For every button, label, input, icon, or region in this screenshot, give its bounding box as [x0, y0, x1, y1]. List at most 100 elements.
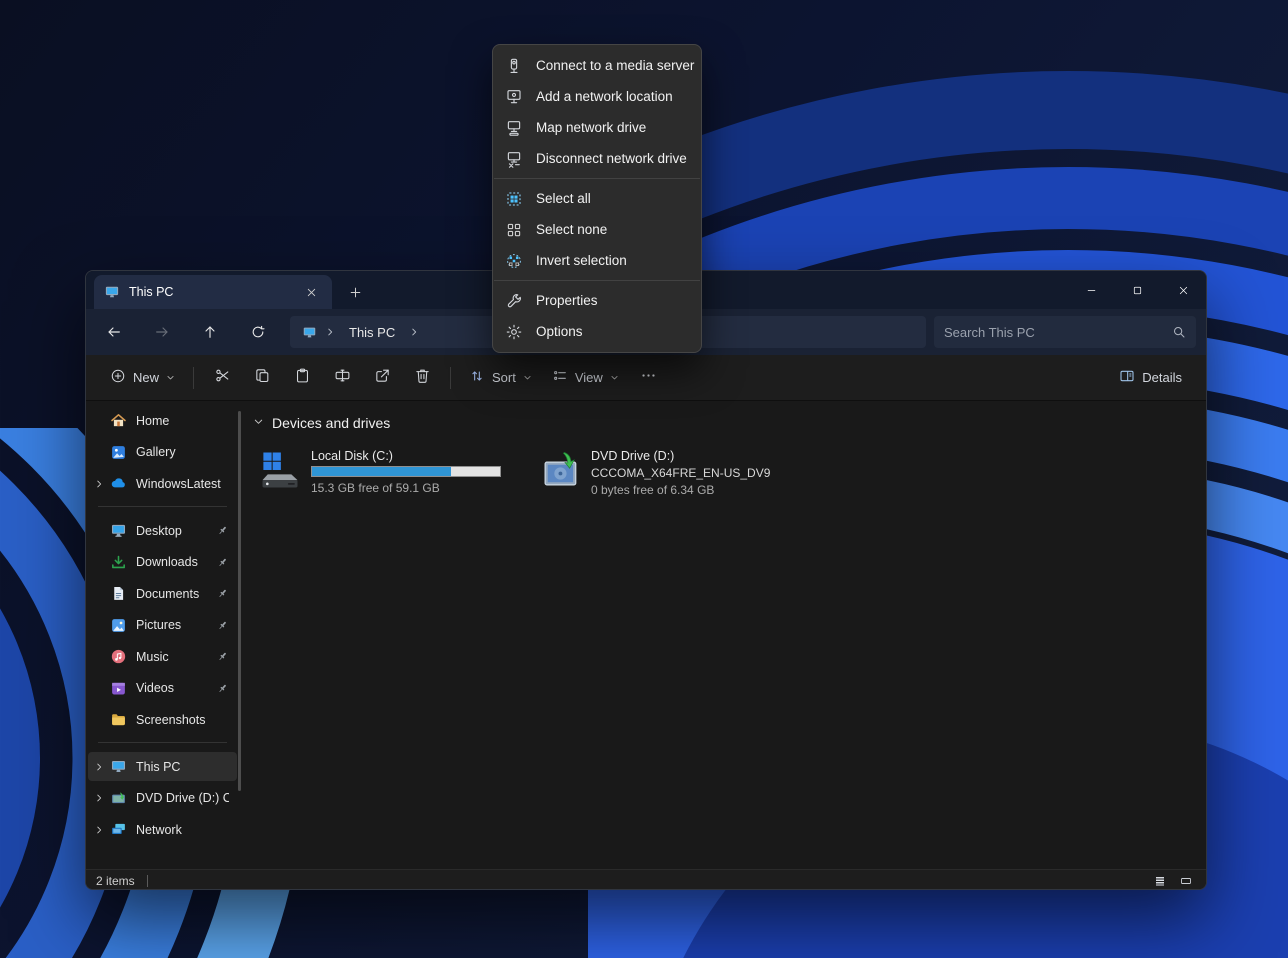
- pin-icon: [216, 556, 229, 569]
- sidebar-item-windowslatest[interactable]: WindowsLatest: [88, 469, 237, 498]
- context-menu: Connect to a media serverAdd a network l…: [492, 44, 702, 353]
- folder-icon: [110, 711, 127, 728]
- drive-tile-dvd-drive-d[interactable]: DVD Drive (D:)CCCOMA_X64FRE_EN-US_DV90 b…: [533, 443, 791, 503]
- onedrive-icon: [110, 475, 127, 492]
- menu-item-select-all[interactable]: Select all: [493, 183, 701, 214]
- close-button[interactable]: [1160, 271, 1206, 309]
- new-tab-button[interactable]: [340, 278, 370, 306]
- add-network-location-icon: [505, 88, 523, 106]
- chevron-right-icon[interactable]: [88, 479, 110, 489]
- pin-icon: [216, 587, 229, 600]
- sidebar-item-desktop[interactable]: Desktop: [88, 516, 237, 545]
- documents-icon: [110, 585, 127, 602]
- drive-tile-local-disk-c[interactable]: Local Disk (C:)15.3 GB free of 59.1 GB: [253, 443, 511, 503]
- details-pane-button[interactable]: Details: [1109, 361, 1192, 395]
- menu-item-connect-to-a-media-server[interactable]: Connect to a media server: [493, 50, 701, 81]
- tab-this-pc[interactable]: This PC: [94, 275, 332, 309]
- options-icon: [505, 323, 523, 341]
- delete-icon: [414, 367, 431, 389]
- search-input[interactable]: [944, 325, 1172, 340]
- menu-item-disconnect-network-drive[interactable]: Disconnect network drive: [493, 143, 701, 174]
- share-icon: [374, 367, 391, 389]
- sidebar-item-dvd-drive-d-c[interactable]: DVD Drive (D:) C: [88, 784, 237, 813]
- disconnect-network-drive-icon: [505, 150, 523, 168]
- sidebar-item-pictures[interactable]: Pictures: [88, 611, 237, 640]
- pin-icon: [216, 524, 229, 537]
- share-button[interactable]: [362, 361, 402, 395]
- breadcrumb-chevron-icon: [325, 327, 335, 337]
- sidebar-item-downloads[interactable]: Downloads: [88, 548, 237, 577]
- up-button[interactable]: [192, 315, 228, 349]
- content-pane: Devices and drives Local Disk (C:)15.3 G…: [241, 401, 1206, 869]
- dvd-icon: [110, 790, 127, 807]
- this-pc-breadcrumb-icon: [302, 325, 317, 340]
- minimize-button[interactable]: [1068, 271, 1114, 309]
- new-button[interactable]: New: [100, 361, 185, 395]
- more-icon: [640, 367, 657, 389]
- sort-button[interactable]: Sort: [459, 361, 542, 395]
- cut-button[interactable]: [202, 361, 242, 395]
- select-all-icon: [505, 190, 523, 208]
- menu-separator: [494, 178, 700, 179]
- maximize-button[interactable]: [1114, 271, 1160, 309]
- menu-item-select-none[interactable]: Select none: [493, 214, 701, 245]
- breadcrumb-segment[interactable]: This PC: [343, 325, 401, 340]
- forward-button[interactable]: [144, 315, 180, 349]
- sidebar-item-home[interactable]: Home: [88, 406, 237, 435]
- section-title: Devices and drives: [272, 415, 390, 431]
- items-count: 2 items: [96, 874, 135, 888]
- sidebar-item-music[interactable]: Music: [88, 642, 237, 671]
- sidebar-item-network[interactable]: Network: [88, 815, 237, 844]
- chevron-down-icon: [523, 370, 532, 385]
- view-button[interactable]: View: [542, 361, 629, 395]
- sidebar-item-documents[interactable]: Documents: [88, 579, 237, 608]
- copy-button[interactable]: [242, 361, 282, 395]
- music-icon: [110, 648, 127, 665]
- see-more-button[interactable]: [629, 361, 669, 395]
- tab-title: This PC: [129, 285, 291, 299]
- properties-icon: [505, 292, 523, 310]
- view-icon: [552, 368, 568, 387]
- pictures-icon: [110, 617, 127, 634]
- back-button[interactable]: [96, 315, 132, 349]
- search-icon: [1172, 325, 1186, 339]
- sidebar-nav: Home GalleryWindowsLatest Desktop Downloads…: [88, 406, 237, 844]
- menu-item-invert-selection[interactable]: Invert selection: [493, 245, 701, 276]
- map-network-drive-icon: [505, 119, 523, 137]
- tab-close-icon[interactable]: [300, 281, 322, 303]
- rename-button[interactable]: [322, 361, 362, 395]
- cut-icon: [214, 367, 231, 389]
- capacity-bar-fill: [312, 467, 451, 476]
- chevron-right-icon[interactable]: [88, 793, 110, 803]
- paste-button[interactable]: [282, 361, 322, 395]
- chevron-down-icon: [610, 370, 619, 385]
- devices-section-header[interactable]: Devices and drives: [253, 411, 1206, 435]
- chevron-right-icon[interactable]: [88, 825, 110, 835]
- menu-item-map-network-drive[interactable]: Map network drive: [493, 112, 701, 143]
- sidebar-item-screenshots[interactable]: Screenshots: [88, 705, 237, 734]
- chevron-down-icon: [253, 414, 264, 432]
- sidebar-separator: [98, 742, 227, 743]
- status-bar: 2 items: [86, 869, 1206, 890]
- chevron-right-icon[interactable]: [88, 762, 110, 772]
- menu-item-properties[interactable]: Properties: [493, 285, 701, 316]
- delete-button[interactable]: [402, 361, 442, 395]
- thumbnails-view-toggle[interactable]: [1176, 873, 1196, 889]
- sidebar-item-this-pc[interactable]: This PC: [88, 752, 237, 781]
- desktop-icon: [110, 522, 127, 539]
- menu-item-options[interactable]: Options: [493, 316, 701, 347]
- sidebar-item-videos[interactable]: Videos: [88, 674, 237, 703]
- file-explorer-window: This PC This PC New: [85, 270, 1207, 890]
- videos-icon: [110, 680, 127, 697]
- refresh-button[interactable]: [240, 315, 276, 349]
- search-box[interactable]: [934, 316, 1196, 348]
- menu-item-add-a-network-location[interactable]: Add a network location: [493, 81, 701, 112]
- command-toolbar: New Sort View Details: [86, 355, 1206, 401]
- drive-info: DVD Drive (D:)CCCOMA_X64FRE_EN-US_DV90 b…: [591, 449, 770, 497]
- drive-name: DVD Drive (D:): [591, 449, 770, 463]
- details-view-toggle[interactable]: [1150, 873, 1170, 889]
- sidebar-item-gallery[interactable]: Gallery: [88, 438, 237, 467]
- sidebar-scrollbar[interactable]: [238, 411, 241, 791]
- sidebar-separator: [98, 506, 227, 507]
- paste-icon: [294, 367, 311, 389]
